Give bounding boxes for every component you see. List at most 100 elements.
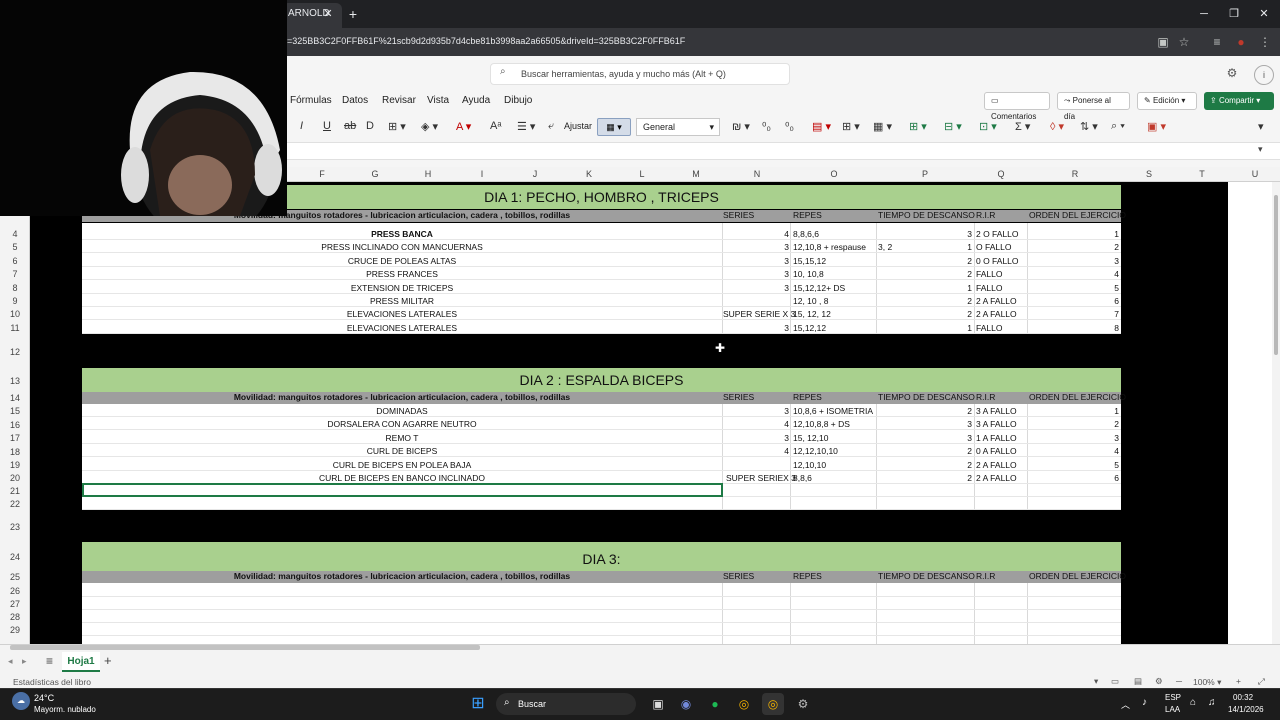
search-input[interactable]: Buscar herramientas, ayuda y mucho más (… <box>490 63 790 85</box>
insert-cells-icon[interactable]: ⊞ ▾ <box>909 120 927 133</box>
descanso-value[interactable]: 1 <box>940 323 972 333</box>
row-header-11[interactable]: 11 <box>0 323 30 333</box>
column-header-l[interactable]: L <box>622 167 662 182</box>
repes-value[interactable]: 12,10,8 + respause <box>793 242 866 252</box>
menu-formulas[interactable]: Fórmulas <box>290 95 332 106</box>
menu-dibujo[interactable]: Dibujo <box>504 95 532 106</box>
view-feedback-icon[interactable]: ⚙ <box>1155 676 1163 687</box>
menu-revisar[interactable]: Revisar <box>382 95 416 106</box>
exercise-name[interactable]: CRUCE DE POLEAS ALTAS <box>82 256 722 266</box>
horizontal-scrollbar[interactable] <box>10 645 480 650</box>
cell-styles-icon[interactable]: ▦ ▾ <box>873 120 892 133</box>
exercise-name[interactable]: PRESS FRANCES <box>82 269 722 279</box>
row-header-4[interactable]: 4 <box>0 229 30 239</box>
italic-icon[interactable]: I <box>300 120 303 132</box>
repes-value[interactable]: 15, 12, 12 <box>793 309 831 319</box>
repes-value[interactable]: 12, 10 , 8 <box>793 296 828 306</box>
new-tab-icon[interactable]: + <box>344 5 362 23</box>
profile-avatar-icon[interactable]: ● <box>1232 33 1250 51</box>
menu-vista[interactable]: Vista <box>427 95 449 106</box>
url-text[interactable]: =325BB3C2F0FFB61F%21scb9d2d935b7d4cbe81b… <box>287 36 685 46</box>
row-header-13[interactable]: 13 <box>0 376 30 386</box>
maximize-icon[interactable]: ❐ <box>1224 4 1244 24</box>
column-header-r[interactable]: R <box>1055 167 1095 182</box>
number-format-select[interactable]: General ▾ <box>636 118 720 136</box>
orden-value[interactable]: 1 <box>1100 406 1119 416</box>
addins-icon[interactable]: ▣ ▾ <box>1147 120 1166 133</box>
rir-value[interactable]: O FALLO <box>976 242 1011 252</box>
descanso-value[interactable]: 2 <box>940 460 972 470</box>
column-header-m[interactable]: M <box>676 167 716 182</box>
descanso-value[interactable]: 1 <box>940 242 972 252</box>
info-icon[interactable]: i <box>1254 65 1274 85</box>
orden-value[interactable]: 2 <box>1100 419 1119 429</box>
microphone-icon[interactable]: ♪ <box>1142 697 1147 708</box>
weather-desc[interactable]: Mayorm. nublado <box>34 705 96 714</box>
orden-value[interactable]: 1 <box>1100 229 1119 239</box>
column-header-g[interactable]: G <box>355 167 395 182</box>
column-header-f[interactable]: F <box>302 167 342 182</box>
lang-secondary[interactable]: LAA <box>1165 705 1180 714</box>
workbook-stats[interactable]: Estadísticas del libro <box>13 677 91 687</box>
orden-value[interactable]: 8 <box>1100 323 1119 333</box>
rir-value[interactable]: 1 A FALLO <box>976 433 1017 443</box>
merge-cells-icon[interactable]: ▦ ▾ <box>597 118 631 136</box>
column-header-k[interactable]: K <box>569 167 609 182</box>
descanso-value[interactable]: 2 <box>940 309 972 319</box>
rir-value[interactable]: FALLO <box>976 269 1002 279</box>
weather-icon[interactable]: ☁ <box>12 692 30 710</box>
autosum-icon[interactable]: Σ ▾ <box>1015 120 1030 133</box>
column-header-t[interactable]: T <box>1182 167 1222 182</box>
descanso-value[interactable]: 2 <box>940 269 972 279</box>
rir-value[interactable]: FALLO <box>976 283 1002 293</box>
orden-value[interactable]: 6 <box>1100 473 1119 483</box>
steam-icon[interactable]: ⚙ <box>792 693 814 715</box>
more-options-icon[interactable]: ▾ <box>1258 120 1264 133</box>
orden-value[interactable]: 5 <box>1100 460 1119 470</box>
spotify-icon[interactable]: ● <box>704 693 726 715</box>
zoom-in-icon[interactable]: + <box>1236 676 1241 686</box>
rir-value[interactable]: 0 O FALLO <box>976 256 1019 266</box>
vertical-scroll-thumb[interactable] <box>1274 195 1278 355</box>
series-value[interactable]: 3 <box>770 406 789 416</box>
series-value[interactable]: 4 <box>770 229 789 239</box>
row-header-28[interactable]: 28 <box>0 612 30 622</box>
repes-value[interactable]: 8,8,6 <box>793 473 812 483</box>
row-header-14[interactable]: 14 <box>0 393 30 403</box>
exercise-name[interactable]: CURL DE BICEPS EN POLEA BAJA <box>82 460 722 470</box>
zoom-out-icon[interactable]: ─ <box>1176 676 1182 686</box>
scroll-right-icon[interactable]: ▸ <box>22 656 27 667</box>
repes-value[interactable]: 12,12,10,10 <box>793 446 838 456</box>
close-tab-icon[interactable]: ✕ <box>320 6 336 22</box>
row-header-29[interactable]: 29 <box>0 625 30 635</box>
rir-value[interactable]: 3 A FALLO <box>976 419 1017 429</box>
reading-list-icon[interactable]: ≡ <box>1208 33 1226 51</box>
series-value[interactable]: 3 <box>770 283 789 293</box>
day3-header-row[interactable]: Movilidad: manguitos rotadores - lubrica… <box>82 571 1126 583</box>
series-value[interactable]: SUPER SERIE X 3 <box>723 309 795 319</box>
row-header-7[interactable]: 7 <box>0 269 30 279</box>
chrome-active-icon[interactable]: ◎ <box>762 693 784 715</box>
column-header-q[interactable]: Q <box>981 167 1021 182</box>
decrease-decimal-icon[interactable]: ⁰₀ <box>762 120 771 133</box>
row-header-10[interactable]: 10 <box>0 309 30 319</box>
exercise-name[interactable]: CURL DE BICEPS <box>82 446 722 456</box>
exercise-name[interactable]: REMO T <box>82 433 722 443</box>
day3-title[interactable]: DIA 3: <box>82 542 1121 571</box>
column-header-h[interactable]: H <box>408 167 448 182</box>
descanso-value[interactable]: 2 <box>940 446 972 456</box>
formula-bar[interactable] <box>287 142 1280 160</box>
repes-value[interactable]: 8,8,6,6 <box>793 229 819 239</box>
rir-value[interactable]: FALLO <box>976 323 1002 333</box>
descanso-value[interactable]: 2 <box>940 296 972 306</box>
column-header-u[interactable]: U <box>1235 167 1275 182</box>
rir-value[interactable]: 2 O FALLO <box>976 229 1019 239</box>
row-header-17[interactable]: 17 <box>0 433 30 443</box>
descanso-value[interactable]: 3 <box>940 419 972 429</box>
windows-start-icon[interactable]: ⊞ <box>467 693 489 715</box>
clock-time[interactable]: 00:32 <box>1233 693 1253 702</box>
repes-value[interactable]: 15,12,12+ DS <box>793 283 845 293</box>
row-header-24[interactable]: 24 <box>0 552 30 562</box>
row-header-5[interactable]: 5 <box>0 242 30 252</box>
menu-datos[interactable]: Datos <box>342 95 368 106</box>
